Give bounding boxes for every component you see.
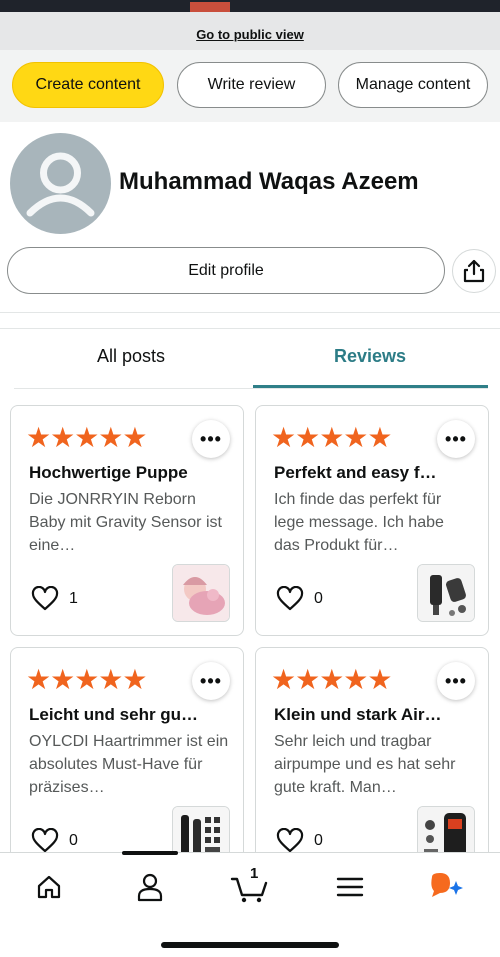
more-options-icon[interactable]: •••: [192, 420, 230, 458]
nav-ai-assistant[interactable]: [426, 869, 466, 905]
review-card[interactable]: ★★★★★ ••• Hochwertige Puppe Die JONRRYIN…: [10, 405, 244, 636]
ai-assistant-icon: [431, 873, 463, 897]
review-snippet: OYLCDI Haartrimmer ist ein absolutes Mus…: [29, 733, 229, 796]
home-indicator: [161, 942, 339, 948]
manage-content-button[interactable]: Manage content: [338, 62, 488, 108]
public-view-bar: Go to public view: [0, 12, 500, 50]
tab-all-posts[interactable]: All posts: [97, 346, 165, 367]
like-button[interactable]: 1: [31, 586, 78, 612]
like-count: 0: [314, 590, 323, 607]
nav-menu[interactable]: [330, 869, 370, 905]
divider: [0, 312, 500, 313]
like-count: 1: [69, 590, 78, 607]
review-snippet: Die JONRRYIN Reborn Baby mit Gravity Sen…: [29, 491, 222, 554]
like-count: 0: [314, 832, 323, 849]
account-icon: [137, 873, 163, 902]
heart-icon: [276, 586, 304, 611]
profile-name: Muhammad Waqas Azeem: [119, 168, 419, 195]
like-button[interactable]: 0: [276, 586, 323, 612]
more-options-icon[interactable]: •••: [192, 662, 230, 700]
star-rating: ★★★★★: [26, 422, 148, 453]
review-title: Klein und stark Air…: [274, 705, 442, 724]
active-nav-indicator: [122, 851, 178, 855]
star-rating: ★★★★★: [271, 422, 393, 453]
home-icon: [37, 875, 61, 899]
star-rating: ★★★★★: [271, 664, 393, 695]
tab-reviews[interactable]: Reviews: [334, 346, 406, 367]
like-button[interactable]: 0: [31, 828, 78, 854]
review-snippet: Sehr leich und tragbar airpumpe und es h…: [274, 733, 456, 796]
bottom-navigation: 1: [0, 851, 500, 957]
review-card[interactable]: ★★★★★ ••• Klein und stark Air… Sehr leic…: [255, 647, 489, 878]
write-review-button[interactable]: Write review: [177, 62, 326, 108]
massage-gun-image[interactable]: [417, 564, 475, 622]
create-content-button[interactable]: Create content: [12, 62, 164, 108]
review-snippet: Ich finde das perfekt für lege message. …: [274, 491, 444, 554]
public-view-link[interactable]: Go to public view: [196, 27, 304, 42]
menu-icon: [336, 877, 364, 897]
tab-divider: [14, 388, 488, 389]
heart-icon: [276, 828, 304, 853]
cart-count-badge: 1: [250, 865, 259, 882]
share-icon: [463, 259, 485, 283]
share-button[interactable]: [452, 249, 496, 293]
nav-account[interactable]: [130, 869, 170, 905]
more-options-icon[interactable]: •••: [437, 420, 475, 458]
more-options-icon[interactable]: •••: [437, 662, 475, 700]
review-card[interactable]: ★★★★★ ••• Perfekt and easy f… Ich finde …: [255, 405, 489, 636]
action-row: Create content Write review Manage conte…: [0, 50, 500, 122]
star-rating: ★★★★★: [26, 664, 148, 695]
status-bar: [0, 0, 500, 20]
default-avatar-icon: [26, 152, 95, 217]
nav-home[interactable]: [29, 869, 69, 905]
nav-cart[interactable]: 1: [230, 865, 270, 905]
divider: [0, 328, 500, 329]
like-button[interactable]: 0: [276, 828, 323, 854]
review-title: Perfekt and easy f…: [274, 463, 437, 482]
edit-profile-button[interactable]: Edit profile: [7, 247, 445, 294]
like-count: 0: [69, 832, 78, 849]
avatar[interactable]: [10, 133, 111, 234]
review-card[interactable]: ★★★★★ ••• Leicht und sehr gu… OYLCDI Haa…: [10, 647, 244, 878]
heart-icon: [31, 586, 59, 611]
doll-image[interactable]: [172, 564, 230, 622]
heart-icon: [31, 828, 59, 853]
review-title: Hochwertige Puppe: [29, 463, 188, 482]
review-title: Leicht und sehr gu…: [29, 705, 199, 724]
active-tab-indicator: [253, 385, 488, 388]
